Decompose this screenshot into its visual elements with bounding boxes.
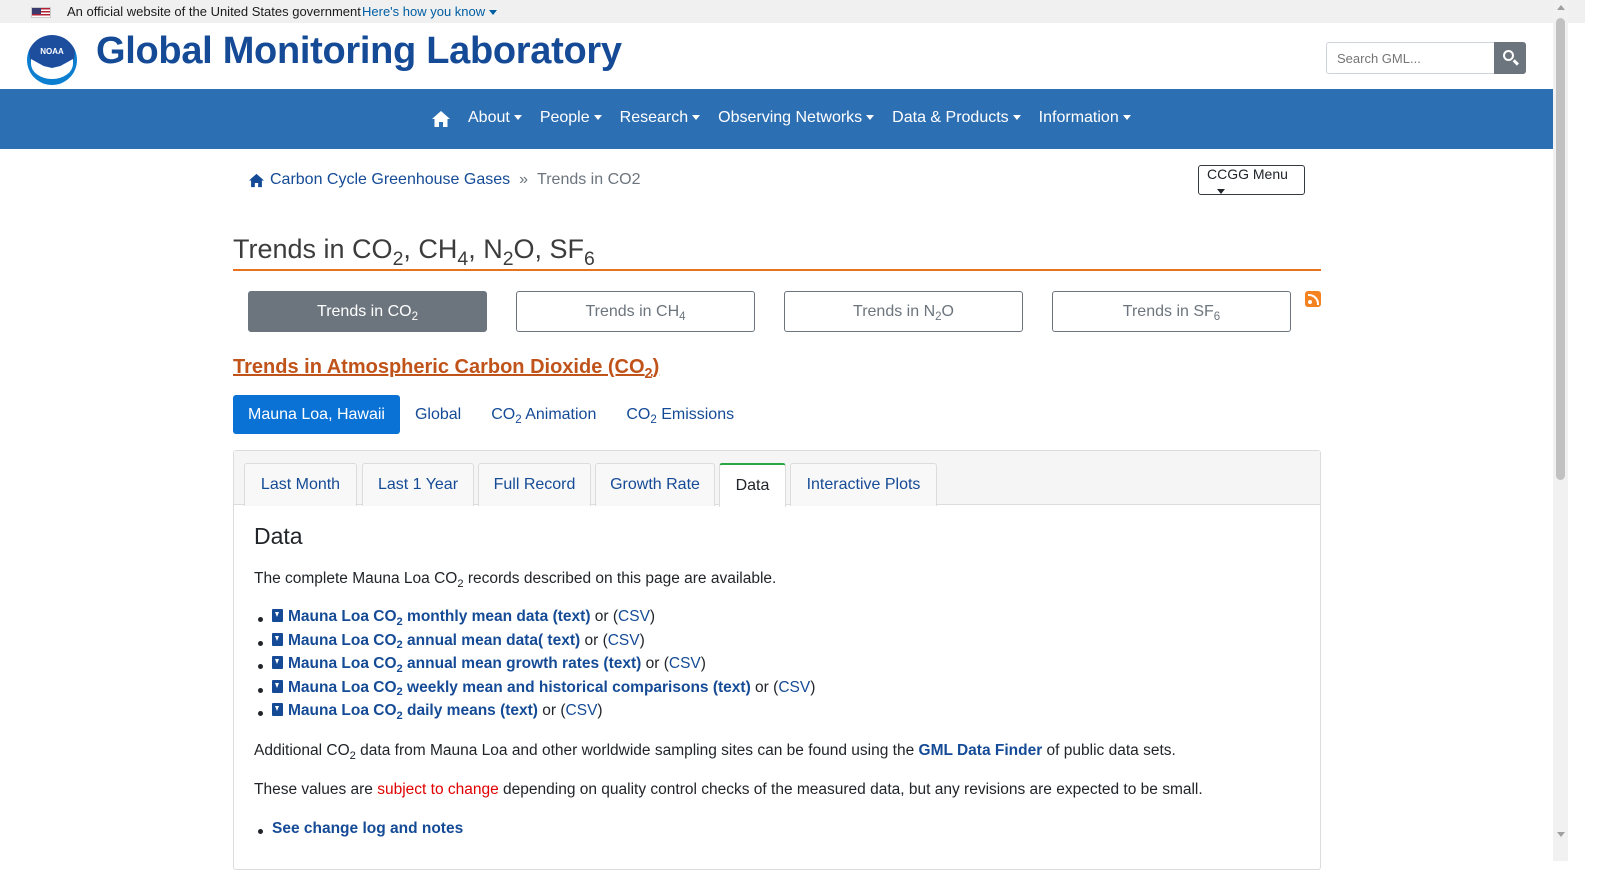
download-list: Mauna Loa CO2 monthly mean data (text) o… [257,608,815,726]
location-pills: Mauna Loa, Hawaii Global CO2 Animation C… [233,395,749,434]
pill-mauna-loa[interactable]: Mauna Loa, Hawaii [233,395,400,434]
scroll-up-arrow-icon[interactable] [1557,5,1565,10]
search-icon [1503,50,1514,61]
pill-co2-animation[interactable]: CO2 Animation [476,395,611,434]
breadcrumb-ccgg-link[interactable]: Carbon Cycle Greenhouse Gases [270,171,510,189]
nav-about[interactable]: About [468,109,522,127]
ccgg-menu-button[interactable]: CCGG Menu [1198,165,1305,195]
chevron-down-icon [593,115,602,121]
annual-mean-csv-link[interactable]: CSV [608,632,640,649]
tab-full-record[interactable]: Full Record [478,463,591,506]
data-heading: Data [254,523,303,549]
subject-to-change-link[interactable]: subject to change [377,781,499,798]
chevron-down-icon [489,10,498,16]
page-title: Trends in CO2, CH4, N2O, SF6 [233,234,595,270]
pill-co2-emissions[interactable]: CO2 Emissions [611,395,749,434]
change-log-link[interactable]: See change log and notes [272,820,463,837]
noaa-logo[interactable]: NOAA [27,35,77,85]
chevron-down-icon [513,115,522,121]
chevron-down-icon [1217,188,1225,194]
tab-last-month[interactable]: Last Month [244,463,357,506]
values-disclaimer-text: These values are subject to change depen… [254,781,1203,798]
page-scrollbar[interactable] [1553,0,1568,861]
chevron-down-icon [866,115,875,121]
heres-how-you-know-link[interactable]: Here's how you know [362,4,498,19]
nav-research[interactable]: Research [620,109,701,127]
growth-rates-text-link[interactable]: Mauna Loa CO2 annual mean growth rates (… [288,655,641,674]
tab-bar: Last Month Last 1 Year Full Record Growt… [234,451,1320,507]
trends-ch4-button[interactable]: Trends in CH4 [516,291,755,332]
data-card: Last Month Last 1 Year Full Record Growt… [233,450,1321,870]
file-download-icon [272,656,283,669]
trends-co2-button[interactable]: Trends in CO2 [248,291,487,332]
home-icon[interactable] [248,173,265,188]
breadcrumb-current: Trends in CO2 [537,171,641,188]
heading-rule [233,269,1321,271]
monthly-mean-csv-link[interactable]: CSV [618,608,650,625]
trends-sf6-button[interactable]: Trends in SF6 [1052,291,1291,332]
nav-information[interactable]: Information [1039,109,1131,127]
breadcrumb-separator: » [519,171,529,188]
list-item: Mauna Loa CO2 daily means (text) or (CSV… [257,702,815,726]
file-download-icon [272,632,283,646]
list-item: Mauna Loa CO2 monthly mean data (text) o… [257,608,815,632]
file-download-icon [272,679,283,693]
breadcrumb: Carbon Cycle Greenhouse Gases » Trends i… [248,171,640,189]
trends-n2o-button[interactable]: Trends in N2O [784,291,1023,332]
weekly-mean-text-link[interactable]: Mauna Loa CO2 weekly mean and historical… [288,679,751,698]
nav-people[interactable]: People [540,109,602,127]
list-item: See change log and notes [257,820,463,838]
search-form [1326,42,1526,74]
site-title[interactable]: Global Monitoring Laboratory [96,30,622,73]
growth-rates-csv-link[interactable]: CSV [669,655,701,672]
chevron-down-icon [1012,115,1021,121]
tab-data[interactable]: Data [719,463,786,507]
search-input[interactable] [1326,42,1495,74]
home-icon[interactable] [431,110,451,128]
tab-interactive-plots[interactable]: Interactive Plots [790,463,937,506]
file-download-icon [272,609,283,622]
gov-banner-text: An official website of the United States… [67,4,361,19]
section-title-link[interactable]: Trends in Atmospheric Carbon Dioxide (CO… [233,356,659,381]
data-intro-text: The complete Mauna Loa CO2 records descr… [254,570,777,590]
nav-data-products[interactable]: Data & Products [892,109,1021,127]
daily-means-text-link[interactable]: Mauna Loa CO2 daily means (text) [288,702,538,721]
additional-data-text: Additional CO2 data from Mauna Loa and o… [254,742,1176,762]
pill-global[interactable]: Global [400,395,476,434]
gov-banner: An official website of the United States… [0,0,1585,23]
us-flag-icon [31,7,51,18]
list-item: Mauna Loa CO2 weekly mean and historical… [257,679,815,703]
chevron-down-icon [692,115,701,121]
monthly-mean-text-link[interactable]: Mauna Loa CO2 monthly mean data (text) [288,608,590,627]
tab-growth-rate[interactable]: Growth Rate [595,463,715,506]
list-item: Mauna Loa CO2 annual mean growth rates (… [257,655,815,679]
annual-mean-text-link[interactable]: Mauna Loa CO2 annual mean data( text) [288,632,580,651]
tab-last-1-year[interactable]: Last 1 Year [362,463,474,506]
nav-observing-networks[interactable]: Observing Networks [718,109,875,127]
scroll-down-arrow-icon[interactable] [1557,832,1565,837]
daily-means-csv-link[interactable]: CSV [566,702,598,719]
scrollbar-thumb[interactable] [1556,18,1565,480]
weekly-mean-csv-link[interactable]: CSV [778,679,810,696]
gml-data-finder-link[interactable]: GML Data Finder [919,742,1043,759]
rss-feed-icon[interactable] [1305,291,1321,307]
list-item: Mauna Loa CO2 annual mean data( text) or… [257,632,815,656]
chevron-down-icon [1122,115,1131,121]
main-navbar: About People Research Observing Networks… [0,89,1553,149]
search-button[interactable] [1494,42,1526,74]
file-download-icon [272,703,283,716]
